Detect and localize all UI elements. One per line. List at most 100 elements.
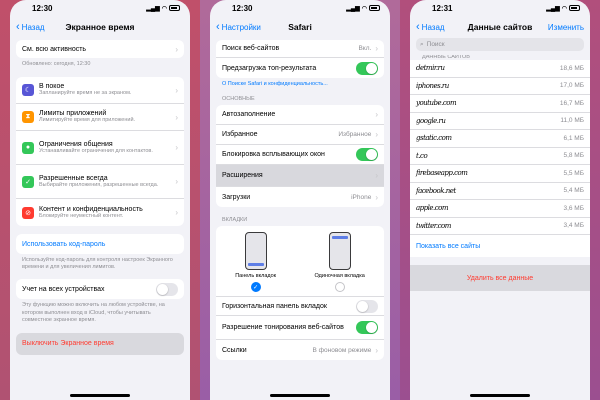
single-tab-option[interactable]: Одиночная вкладка <box>314 232 365 293</box>
site-size: 17,0 МБ <box>559 82 584 90</box>
updated-note: Обновлено: сегодня, 12:30 <box>22 61 91 67</box>
all-devices-row: Учет на всех устройствах <box>16 279 184 299</box>
search-icon: ⌕ <box>420 40 424 48</box>
content-privacy-label: Контент и конфиденциальность <box>39 205 143 213</box>
landscape-tab-bar-toggle[interactable] <box>356 299 378 313</box>
chevron-left-icon: ‹ <box>416 20 420 33</box>
show-all-sites-link: Показать все сайты <box>416 242 481 250</box>
site-size: 5,8 МБ <box>563 152 584 160</box>
back-button[interactable]: ‹ Настройки <box>216 21 261 33</box>
site-row[interactable]: twitter.com 3,4 МБ <box>410 218 590 235</box>
edit-button[interactable]: Изменить <box>548 23 584 32</box>
always-allowed-label: Разрешенные всегда <box>39 174 108 182</box>
extensions-row[interactable]: Расширения › <box>216 165 384 188</box>
signal-icon: ▂▄▆ <box>346 5 360 12</box>
communication-limits-row[interactable]: ● Ограничения общения Устанавливайте огра… <box>16 131 184 166</box>
sites-list: detmir.ru 18,6 МБ iphones.ru 17,0 МБ youtu… <box>410 60 590 257</box>
back-button[interactable]: ‹ Назад <box>16 21 45 33</box>
site-row[interactable]: firebaseapp.com 5,5 МБ <box>410 165 590 183</box>
content-privacy-row[interactable]: ⊘ Контент и конфиденциальность Блокируйте… <box>16 199 184 226</box>
chevron-right-icon: › <box>175 177 178 187</box>
site-row[interactable]: apple.com 3,6 МБ <box>410 200 590 218</box>
back-label: Назад <box>21 22 45 32</box>
site-size: 5,5 МБ <box>563 169 584 177</box>
features-group: ☾ В покое Запланируйте время не за экрано… <box>16 77 184 227</box>
privacy-link[interactable]: О Поиске Safari и конфиденциальность... <box>210 78 390 91</box>
links-label: Ссылки <box>222 346 247 354</box>
chevron-right-icon: › <box>375 171 378 181</box>
site-row[interactable]: detmir.ru 18,6 МБ <box>410 60 590 78</box>
all-devices-toggle[interactable] <box>156 282 178 296</box>
search-placeholder: Поиск <box>426 41 445 48</box>
use-passcode-link: Использовать код-пароль <box>22 240 106 248</box>
allow-tinting-toggle[interactable] <box>356 321 378 335</box>
search-engine-row[interactable]: Поиск веб-сайтов Вкл. › <box>216 40 384 58</box>
status-icons: ▂▄▆ ◠ <box>546 5 580 12</box>
always-allowed-text: Разрешенные всегда Выбирайте приложения, … <box>39 175 175 189</box>
tab-bar-preview <box>244 232 267 271</box>
extensions-label: Расширения <box>222 172 263 180</box>
favorites-row[interactable]: Избранное Избранное › <box>216 125 384 146</box>
autofill-label: Автозаполнение <box>222 111 276 119</box>
disable-screen-time-row[interactable]: Выключить Экранное время <box>16 333 184 355</box>
links-row[interactable]: Ссылки В фоновом режиме › <box>216 340 384 360</box>
site-size: 16,7 МБ <box>559 99 584 107</box>
single-tab-preview-bar <box>331 236 348 240</box>
status-bar: 12:31 ▂▄▆ ◠ <box>410 0 590 16</box>
site-size: 18,6 МБ <box>559 64 584 72</box>
downtime-row[interactable]: ☾ В покое Запланируйте время не за экрано… <box>16 77 184 105</box>
block-popups-toggle[interactable] <box>356 148 378 162</box>
chevron-right-icon: › <box>375 192 378 202</box>
downloads-row[interactable]: Загрузки iPhone › <box>216 187 384 207</box>
show-all-sites-row[interactable]: Показать все сайты <box>410 235 590 257</box>
site-row[interactable]: gstatic.com 6,1 МБ <box>410 130 590 148</box>
site-row[interactable]: facebook.net 5,4 МБ <box>410 183 590 200</box>
disable-screen-time-label: Выключить Экранное время <box>22 340 114 348</box>
landscape-tab-bar-label: Горизонтальная панель вкладок <box>222 302 327 310</box>
allow-tinting-row: Разрешение тонирования веб-сайтов <box>216 316 384 341</box>
autofill-row[interactable]: Автозаполнение › <box>216 105 384 126</box>
moon-icon: ☾ <box>22 84 34 97</box>
chevron-right-icon: › <box>175 85 178 95</box>
chevron-right-icon: › <box>175 143 178 153</box>
preload-label: Предзагрузка топ-результата <box>222 64 317 72</box>
search-field[interactable]: ⌕ Поиск <box>416 38 584 51</box>
battery-icon <box>169 5 180 11</box>
all-activity-row[interactable]: См. всю активность › <box>16 40 184 58</box>
use-passcode-row[interactable]: Использовать код-пароль <box>16 234 184 254</box>
content-privacy-text: Контент и конфиденциальность Блокируйте н… <box>39 206 175 220</box>
always-allowed-sub: Выбирайте приложения, разрешенные всегда… <box>39 181 159 188</box>
site-size: 3,6 МБ <box>563 204 584 212</box>
site-row[interactable]: iphones.ru 17,0 МБ <box>410 78 590 95</box>
basic-group: Автозаполнение › Избранное Избранное › Б… <box>216 105 384 208</box>
signal-icon: ▂▄▆ <box>546 5 560 12</box>
battery-icon <box>569 5 580 11</box>
site-row[interactable]: youtube.com 16,7 МБ <box>410 95 590 113</box>
search-engine-label: Поиск веб-сайтов <box>222 45 280 52</box>
search-engine-value: Вкл. <box>358 45 372 52</box>
home-indicator <box>270 394 330 397</box>
status-time: 12:30 <box>232 3 253 13</box>
person-icon: ● <box>22 141 34 154</box>
all-devices-label: Учет на всех устройствах <box>22 285 105 293</box>
site-row[interactable]: t.co 5,8 МБ <box>410 148 590 165</box>
home-indicator <box>470 394 530 397</box>
status-time: 12:30 <box>32 3 53 13</box>
devices-group: Учет на всех устройствах <box>16 279 184 300</box>
wifi-icon: ◠ <box>361 5 367 12</box>
tab-bar-option[interactable]: Панель вкладок ✓ <box>235 232 276 293</box>
back-button[interactable]: ‹ Назад <box>416 20 445 33</box>
chevron-right-icon: › <box>375 110 378 120</box>
favorites-value: Избранное <box>338 131 372 139</box>
links-value: В фоновом режиме <box>312 346 372 354</box>
preload-toggle[interactable] <box>356 61 378 75</box>
hourglass-icon: ⧗ <box>22 111 34 124</box>
all-activity-label: См. всю активность <box>22 45 87 53</box>
passcode-group: Использовать код-пароль <box>16 234 184 255</box>
site-name: youtube.com <box>416 99 457 108</box>
site-row[interactable]: google.ru 11,0 МБ <box>410 113 590 130</box>
delete-all-row[interactable]: Удалить все данные <box>410 265 590 291</box>
always-allowed-row[interactable]: ✓ Разрешенные всегда Выбирайте приложения… <box>16 165 184 200</box>
app-limits-row[interactable]: ⧗ Лимиты приложений Лимитируйте время для… <box>16 104 184 132</box>
disable-group: Выключить Экранное время <box>16 332 184 355</box>
